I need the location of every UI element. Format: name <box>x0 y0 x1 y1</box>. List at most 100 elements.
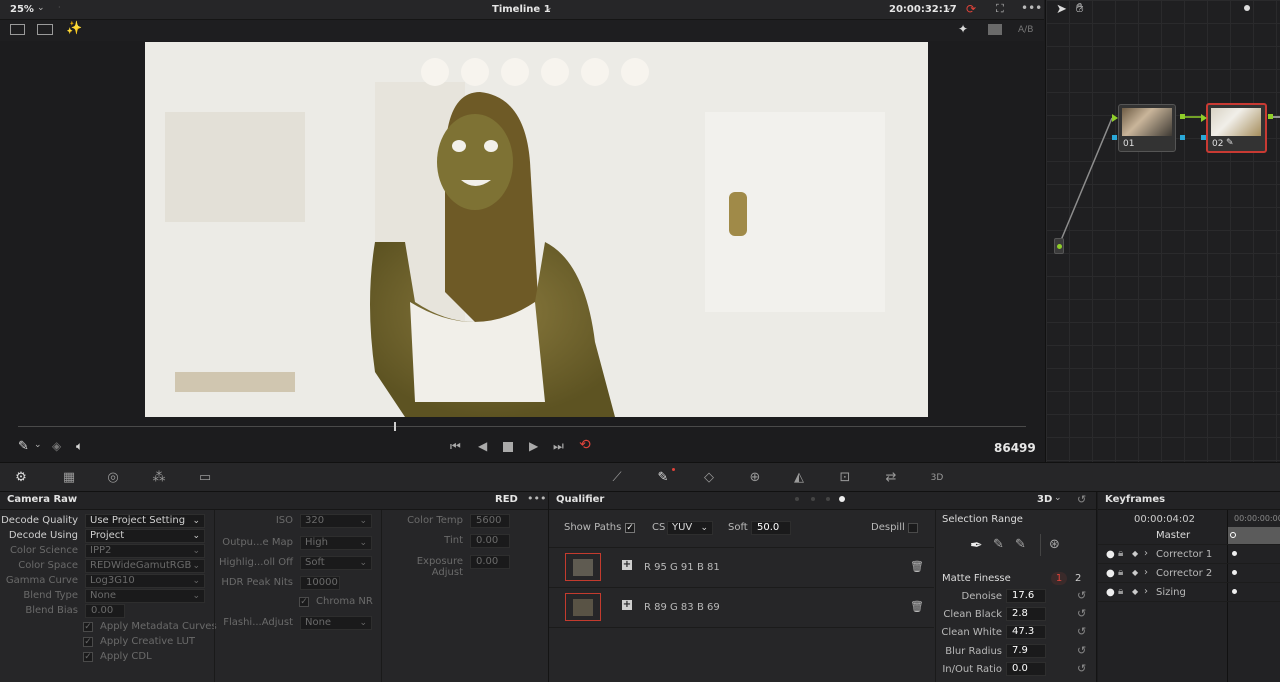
reset-icon[interactable]: ↺ <box>1077 589 1086 602</box>
apply-cdl-checkbox[interactable]: ✓ <box>83 652 93 662</box>
output-map-select[interactable]: High ⌄ <box>300 536 372 550</box>
add-sample-icon[interactable]: + <box>622 600 632 610</box>
lock-icon[interactable]: 🔒︎ <box>1118 567 1123 578</box>
gamma-curve-select[interactable]: Log3G10 ⌄ <box>85 574 205 588</box>
3d-icon[interactable]: 3D <box>928 470 946 486</box>
chevron-down-icon[interactable]: ⌄ <box>37 3 45 13</box>
blend-bias-field[interactable]: 0.00 <box>85 604 125 618</box>
scrubber-bar[interactable] <box>18 422 1026 431</box>
page-dot[interactable] <box>811 497 815 501</box>
color-wheels-icon[interactable]: ◎ <box>104 470 122 486</box>
raw-format[interactable]: RED <box>495 494 518 505</box>
matte-finesse-page-1[interactable]: 1 <box>1051 572 1067 585</box>
matte-finesse-page-2[interactable]: 2 <box>1075 573 1081 584</box>
trash-icon[interactable]: 🗑︎ <box>910 560 924 573</box>
despill-checkbox[interactable] <box>908 523 918 533</box>
page-dot-active[interactable] <box>839 496 845 502</box>
chevron-right-icon[interactable]: › <box>1144 586 1148 597</box>
chevron-down-icon[interactable]: ⌄ <box>34 440 42 450</box>
color-temp-field[interactable]: 5600 <box>470 514 510 528</box>
flashing-adjust-select[interactable]: None ⌄ <box>300 616 372 630</box>
clean-black-field[interactable]: 2.8 <box>1006 607 1046 621</box>
track-dot[interactable]: ● <box>1106 549 1115 560</box>
show-paths-checkbox[interactable]: ✓ <box>625 523 635 533</box>
qualifier-sample-row[interactable]: + R 89 G 83 B 69 🗑︎ <box>549 588 934 628</box>
magic-wand-icon[interactable]: ✨ <box>66 21 82 36</box>
denoise-field[interactable]: 17.6 <box>1006 589 1046 603</box>
sample-swatch[interactable] <box>565 593 601 621</box>
key-icon[interactable]: ⊡ <box>836 470 854 486</box>
more-options-icon[interactable]: ••• <box>527 492 546 505</box>
play-icon[interactable]: ▶ <box>529 439 538 453</box>
track-dot[interactable]: ● <box>1106 568 1115 579</box>
qualifier-icon[interactable]: ✎ <box>654 470 672 486</box>
keyframe-track-row[interactable]: ● 🔒︎ ◆ › Corrector 1 <box>1098 545 1280 564</box>
keyframe-track-row[interactable]: ● 🔒︎ ◆ › Sizing <box>1098 583 1280 602</box>
reset-icon[interactable]: ↺ <box>1077 625 1086 638</box>
node-editor[interactable]: ➤ ✋︎ 01 02 ✎ <box>1045 0 1280 462</box>
zoom-level[interactable]: 25% <box>10 4 34 15</box>
page-dot[interactable] <box>826 497 830 501</box>
picker-plus-icon[interactable]: ✎ <box>1015 537 1026 552</box>
eyedropper-icon[interactable]: ✎ <box>18 439 29 454</box>
stop-icon[interactable] <box>503 442 513 452</box>
master-row[interactable]: Master <box>1098 526 1280 545</box>
sparkle-icon[interactable]: ✦ <box>958 22 968 36</box>
blend-type-select[interactable]: None ⌄ <box>85 589 205 603</box>
trash-icon[interactable]: 🗑︎ <box>910 600 924 613</box>
single-viewer-icon[interactable] <box>10 24 25 35</box>
motion-effects-icon[interactable]: ▭ <box>196 470 214 486</box>
track-dot[interactable]: ● <box>1106 587 1115 598</box>
picker-minus-icon[interactable]: ✎ <box>993 537 1004 552</box>
ab-compare-button[interactable]: A/B <box>1018 25 1033 35</box>
video-frame[interactable] <box>145 42 928 417</box>
tracker-icon[interactable]: ⊕ <box>746 470 764 486</box>
curves-icon[interactable]: ⟋ <box>608 470 626 486</box>
apply-creative-lut-checkbox[interactable]: ✓ <box>83 637 93 647</box>
diamond-icon[interactable]: ◆ <box>1132 587 1138 596</box>
clean-white-field[interactable]: 47.3 <box>1006 625 1046 639</box>
rgb-mixer-icon[interactable]: ⁂ <box>150 470 168 486</box>
hdr-peak-nits-field[interactable]: 10000 <box>300 576 340 590</box>
keyframe-dot[interactable] <box>1232 570 1237 575</box>
reset-icon[interactable]: ↺ <box>1077 662 1086 675</box>
skip-to-start-icon[interactable]: ⏮︎ <box>450 439 461 454</box>
qualifier-mode[interactable]: 3D <box>1037 494 1052 505</box>
sizing-icon[interactable]: ⇄ <box>882 470 900 486</box>
highlight-rolloff-select[interactable]: Soft ⌄ <box>300 556 372 570</box>
node-02[interactable]: 02 ✎ <box>1206 103 1267 153</box>
playhead[interactable] <box>394 422 396 431</box>
loop-sync-icon[interactable]: ⟳ <box>966 2 976 16</box>
chroma-nr-checkbox[interactable]: ✓ <box>299 597 309 607</box>
soft-field[interactable]: 50.0 <box>751 521 791 535</box>
loop-icon[interactable]: ⟲ <box>579 437 591 453</box>
diamond-icon[interactable]: ◆ <box>1132 549 1138 558</box>
exposure-adjust-field[interactable]: 0.00 <box>470 555 510 569</box>
color-science-select[interactable]: IPP2 ⌄ <box>85 544 205 558</box>
tint-field[interactable]: 0.00 <box>470 534 510 548</box>
color-space-select[interactable]: REDWideGamutRGB ⌄ <box>85 559 205 573</box>
reset-icon[interactable]: ↺ <box>1077 607 1086 620</box>
chevron-right-icon[interactable]: › <box>1144 567 1148 578</box>
lock-icon[interactable]: 🔒︎ <box>1118 586 1123 597</box>
cs-select[interactable]: YUV ⌄ <box>667 521 713 535</box>
fullscreen-icon[interactable]: ⛶ <box>996 2 1004 16</box>
more-options-icon[interactable]: ••• <box>1021 1 1042 15</box>
chevron-down-icon[interactable]: ⌄ <box>945 3 953 13</box>
invert-icon[interactable]: ⊛ <box>1049 537 1060 552</box>
lock-icon[interactable]: 🔒︎ <box>1118 548 1123 559</box>
add-sample-icon[interactable]: + <box>622 560 632 570</box>
chevron-down-icon[interactable]: ⌄ <box>1054 493 1062 503</box>
diamond-icon[interactable]: ◆ <box>1132 568 1138 577</box>
node-01[interactable]: 01 <box>1118 104 1176 152</box>
window-icon[interactable]: ◇ <box>700 470 718 486</box>
qualifier-sample-row[interactable]: + R 95 G 91 B 81 🗑︎ <box>549 548 934 588</box>
keyframe-dot[interactable] <box>1232 551 1237 556</box>
decode-quality-select[interactable]: Use Project Setting ⌄ <box>85 514 205 528</box>
blur-radius-field[interactable]: 7.9 <box>1006 644 1046 658</box>
play-reverse-icon[interactable]: ◀ <box>478 439 487 453</box>
camera-icon[interactable] <box>988 24 1002 35</box>
layers-icon[interactable]: ◈ <box>52 439 61 453</box>
keyframe-dot[interactable] <box>1232 589 1237 594</box>
sample-swatch[interactable] <box>565 553 601 581</box>
